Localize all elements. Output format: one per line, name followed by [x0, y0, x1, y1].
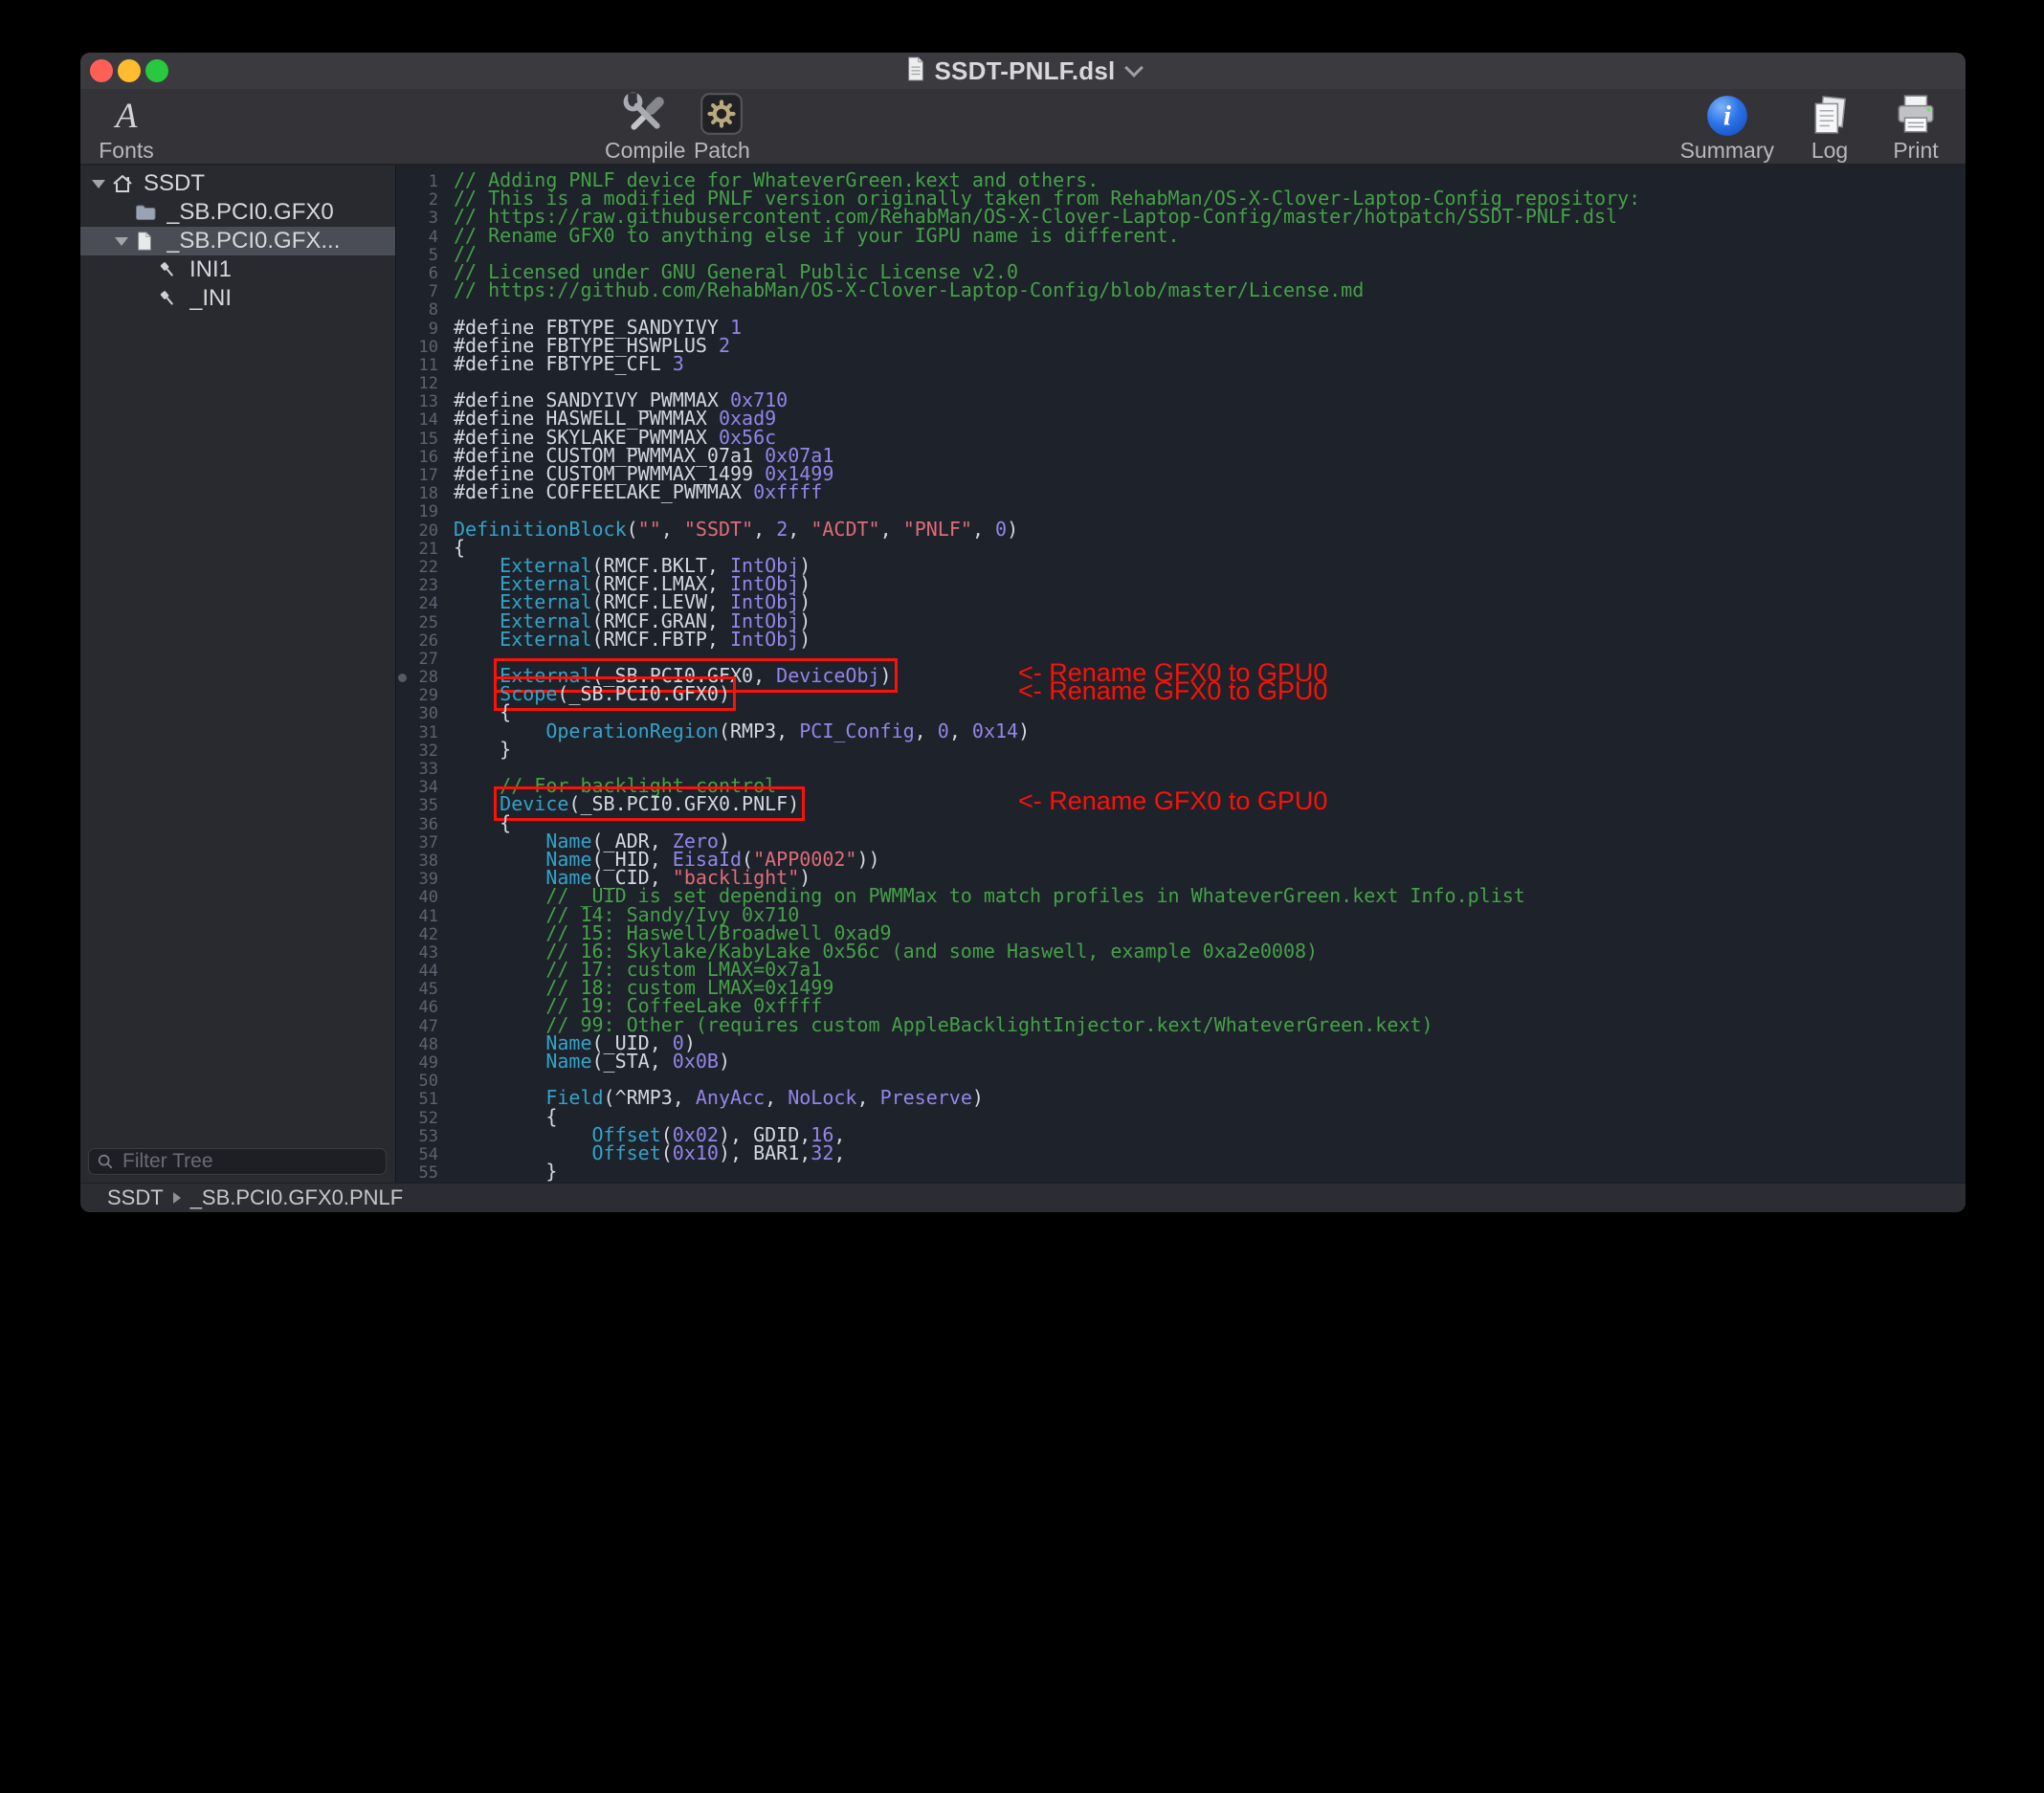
log-pages-icon: [1808, 91, 1852, 138]
summary-button[interactable]: i Summary: [1680, 91, 1774, 162]
code-editor[interactable]: 1// Adding PNLF device for WhateverGreen…: [396, 166, 1966, 1183]
rename-annotation-box: Device(_SB.PCI0.GFX0.PNLF): [500, 792, 799, 815]
code-line: 56: [396, 1181, 1966, 1183]
search-icon: [97, 1153, 114, 1170]
compile-icon: [621, 90, 669, 138]
home-icon: [111, 172, 138, 195]
folder-icon: [134, 201, 161, 224]
print-icon: [1893, 91, 1939, 138]
desktop-background: SSDT-PNLF.dsl A Fonts: [0, 0, 2044, 1793]
statusbar: SSDT _SB.PCI0.GFX0.PNLF: [80, 1183, 1966, 1212]
minimize-button[interactable]: [118, 59, 141, 82]
code-line: 11#define FBTYPE_CFL 3: [396, 355, 1966, 373]
close-button[interactable]: [90, 59, 113, 82]
print-button[interactable]: Print: [1885, 91, 1946, 162]
fonts-icon: A: [116, 96, 138, 138]
code-line: 35 Device(_SB.PCI0.GFX0.PNLF)<- Rename G…: [396, 795, 1966, 813]
tree-item-ini[interactable]: _INI: [80, 284, 395, 313]
rename-annotation-text: <- Rename GFX0 to GPU0: [1018, 682, 1327, 700]
window-title: SSDT-PNLF.dsl: [935, 56, 1116, 86]
maciasl-window: SSDT-PNLF.dsl A Fonts: [80, 53, 1966, 1212]
print-label: Print: [1893, 139, 1938, 162]
code-line: 31 OperationRegion(RMP3, PCI_Config, 0, …: [396, 722, 1966, 741]
breadcrumb-root[interactable]: SSDT: [107, 1185, 164, 1210]
method-icon: [157, 288, 184, 309]
tree-item-label: _SB.PCI0.GFX...: [167, 228, 340, 255]
tree-item-gfx0-device[interactable]: _SB.PCI0.GFX...: [80, 227, 395, 255]
code-line: 55 }: [396, 1162, 1966, 1181]
breadcrumb-chevron-icon: [173, 1192, 181, 1204]
tree-item-ssdt[interactable]: SSDT: [80, 169, 395, 198]
titlebar[interactable]: SSDT-PNLF.dsl: [80, 53, 1966, 89]
title-document-icon: [905, 56, 926, 86]
zoom-button[interactable]: [145, 59, 168, 82]
log-button[interactable]: Log: [1799, 91, 1860, 162]
fonts-label: Fonts: [99, 139, 154, 162]
compile-label: Compile: [605, 139, 685, 162]
patch-label: Patch: [694, 139, 750, 162]
summary-label: Summary: [1680, 139, 1774, 162]
main-area: SSDT _SB.PCI0.GFX0: [80, 166, 1966, 1183]
filter-field[interactable]: [88, 1148, 387, 1175]
tree-item-label: SSDT: [144, 170, 205, 197]
disclosure-triangle-icon[interactable]: [92, 180, 111, 188]
code-line: 54 Offset(0x10), BAR1,32,: [396, 1144, 1966, 1162]
code-line: 29 Scope(_SB.PCI0.GFX0)<- Rename GFX0 to…: [396, 685, 1966, 703]
patch-button[interactable]: Patch: [691, 91, 752, 162]
line-number: 55: [396, 1164, 438, 1183]
chevron-down-icon: [1125, 58, 1144, 77]
code-line: 51 Field(^RMP3, AnyAcc, NoLock, Preserve…: [396, 1089, 1966, 1107]
filter-input[interactable]: [121, 1149, 378, 1174]
tree-item-label: _INI: [189, 285, 232, 312]
method-icon: [157, 259, 184, 280]
code-line: 4// Rename GFX0 to anything else if your…: [396, 227, 1966, 245]
fonts-button[interactable]: A Fonts: [96, 91, 157, 162]
svg-text:i: i: [1723, 100, 1731, 131]
rename-annotation-box: Scope(_SB.PCI0.GFX0): [500, 682, 730, 705]
tree-item-gfx0-folder[interactable]: _SB.PCI0.GFX0: [80, 198, 395, 227]
code-line: 32 }: [396, 741, 1966, 759]
breadcrumb-current: _SB.PCI0.GFX0.PNLF: [190, 1185, 404, 1210]
code-line: 26 External(RMCF.FBTP, IntObj): [396, 631, 1966, 649]
gutter-marker-dot: [398, 674, 407, 682]
tree-item-label: _SB.PCI0.GFX0: [167, 199, 334, 226]
rename-annotation-text: <- Rename GFX0 to GPU0: [1018, 792, 1327, 810]
code-line: 49 Name(_STA, 0x0B): [396, 1052, 1966, 1071]
patch-icon: [698, 90, 745, 138]
window-title-group[interactable]: SSDT-PNLF.dsl: [905, 56, 1142, 86]
toolbar: A Fonts Compile: [80, 89, 1966, 166]
tree-item-label: INI1: [189, 256, 232, 283]
window-controls: [90, 59, 168, 82]
code-lines: 1// Adding PNLF device for WhateverGreen…: [396, 171, 1966, 1183]
compile-button[interactable]: Compile: [605, 91, 685, 162]
source-tree: SSDT _SB.PCI0.GFX0: [80, 169, 395, 313]
log-label: Log: [1811, 139, 1848, 162]
summary-info-icon: i: [1705, 91, 1749, 138]
code-line: 20DefinitionBlock("", "SSDT", 2, "ACDT",…: [396, 520, 1966, 539]
sidebar: SSDT _SB.PCI0.GFX0: [80, 166, 396, 1183]
disclosure-triangle-icon[interactable]: [115, 237, 134, 246]
document-icon: [134, 230, 161, 253]
tree-item-ini1[interactable]: INI1: [80, 255, 395, 284]
code-line: 7// https://github.com/RehabMan/OS-X-Clo…: [396, 281, 1966, 299]
code-line: 18#define COFFEELAKE_PWMMAX 0xffff: [396, 483, 1966, 501]
